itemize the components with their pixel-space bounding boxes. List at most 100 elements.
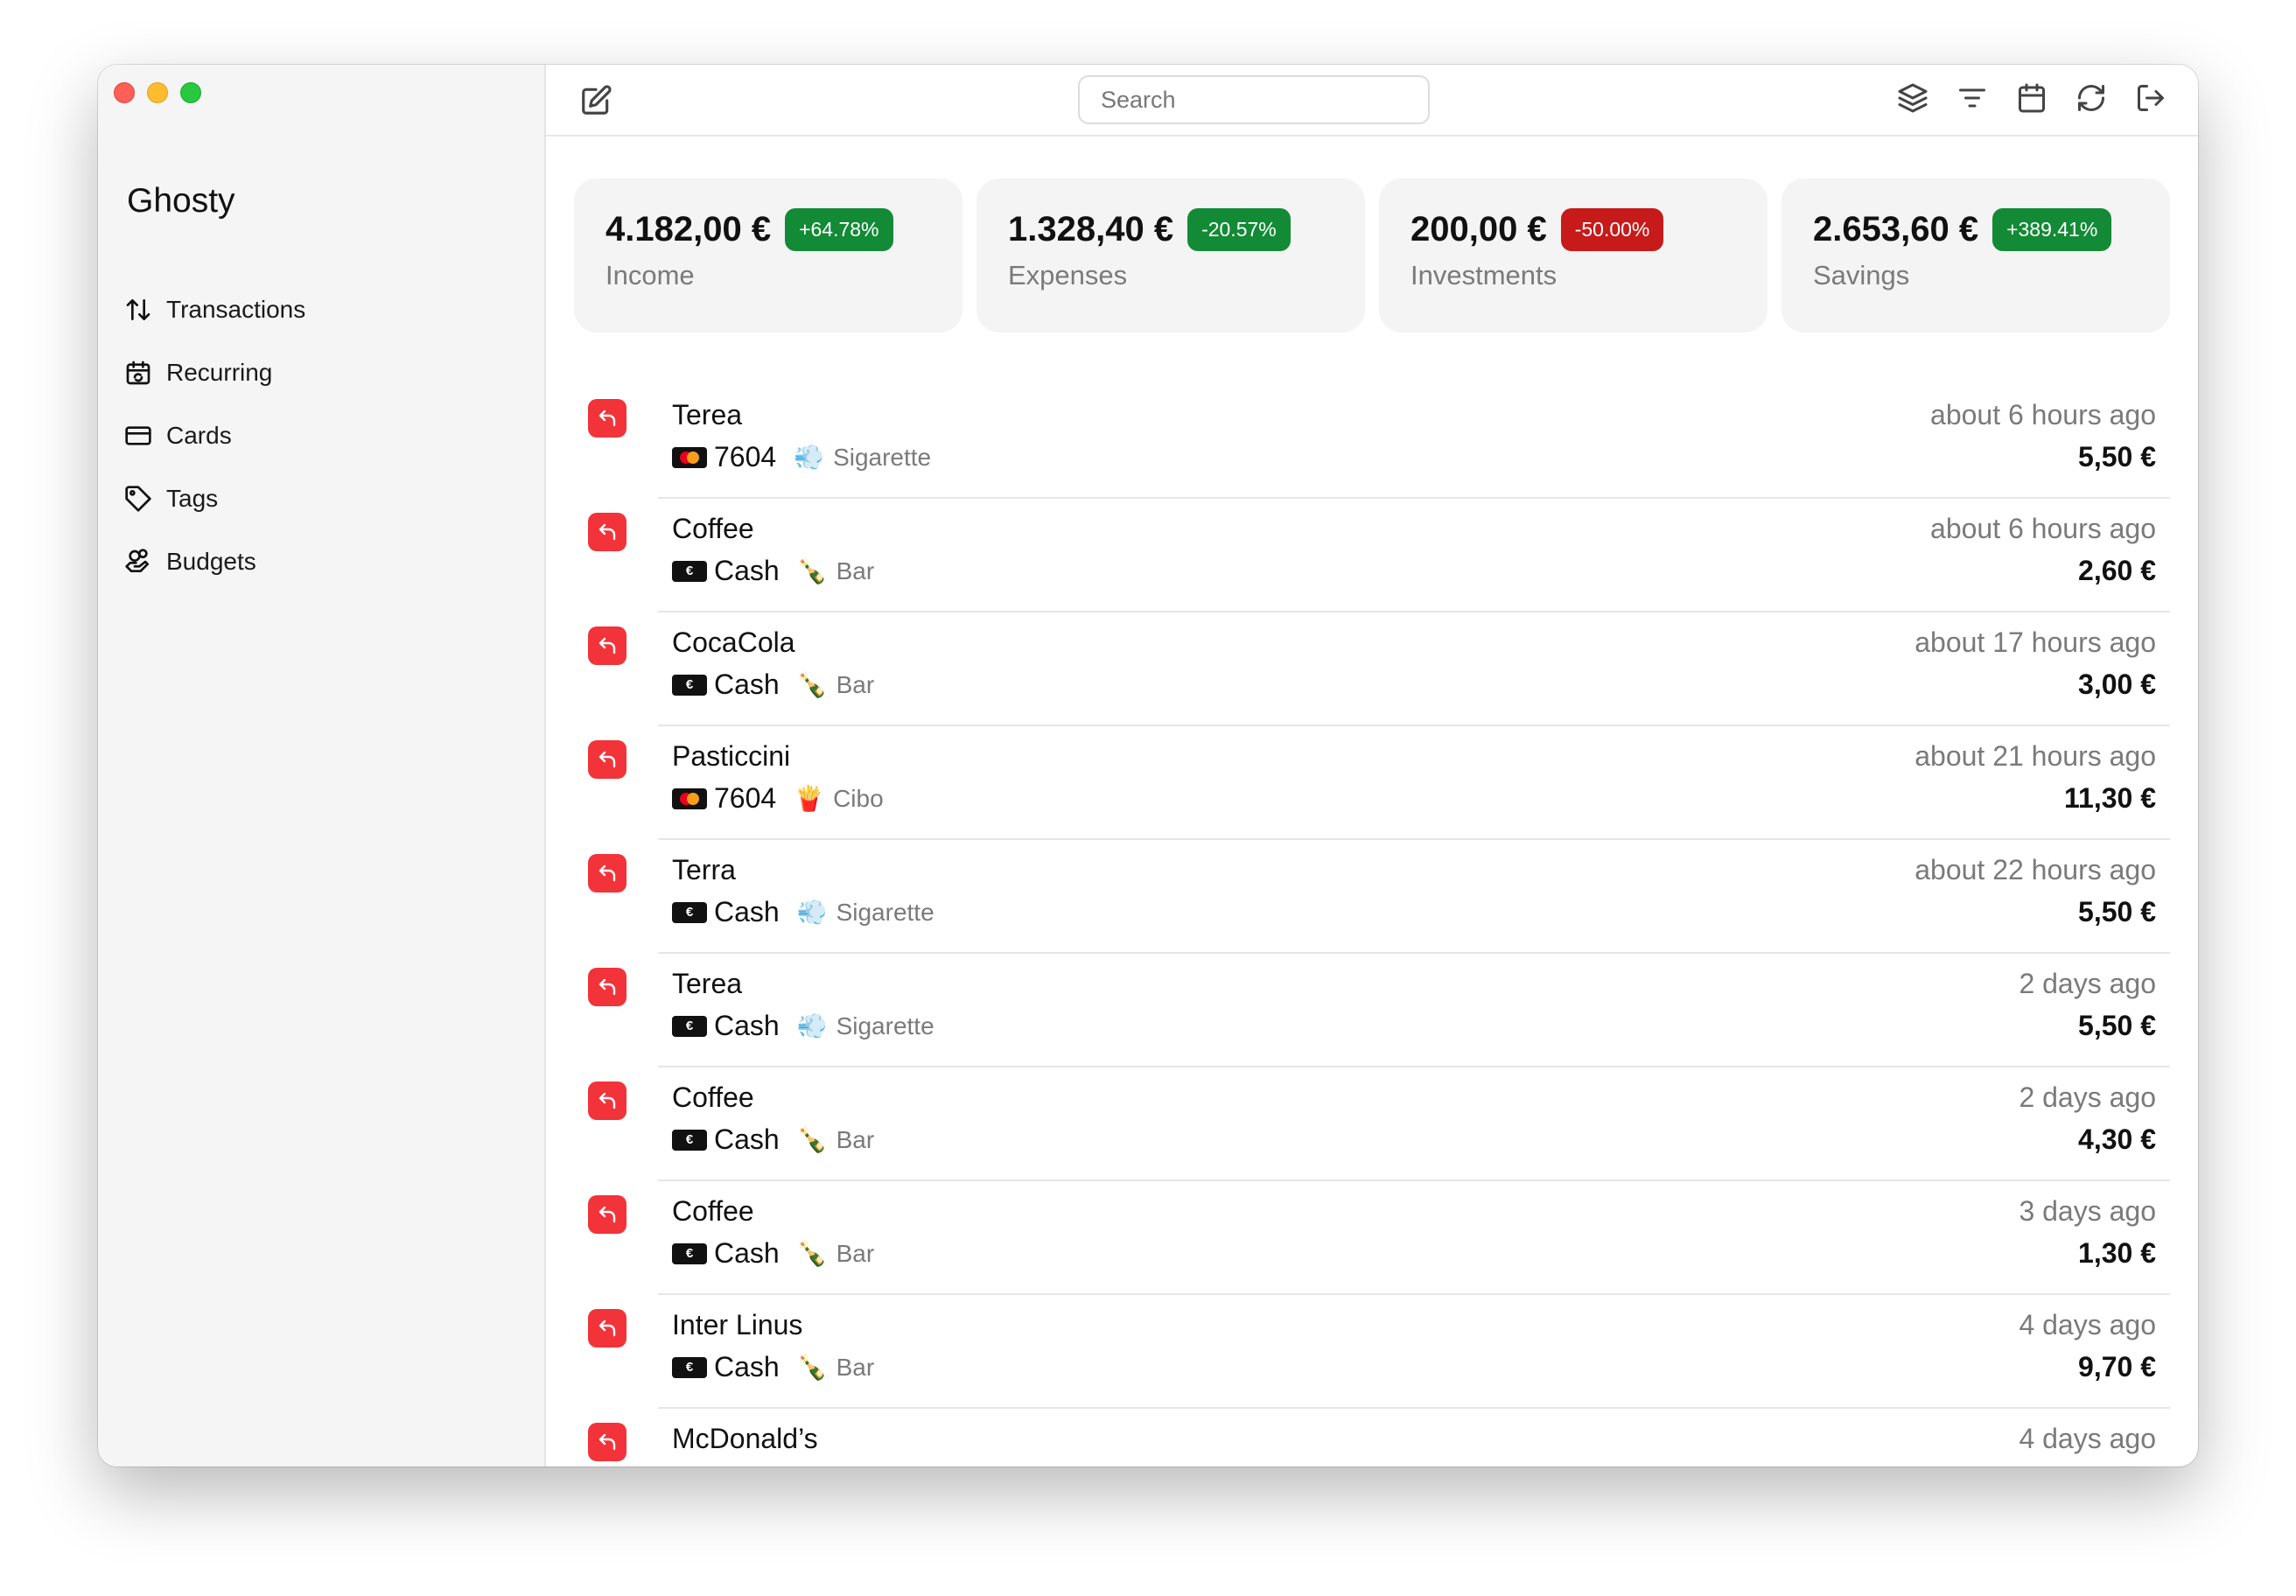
- sidebar-item-label: Cards: [166, 422, 232, 449]
- compose-icon[interactable]: [579, 84, 612, 117]
- refresh-icon[interactable]: [2076, 82, 2107, 114]
- calendar-icon[interactable]: [2016, 82, 2048, 114]
- transaction-body: Terea € Cash 💨 Sigarette 2 days ago 5,50 €: [658, 954, 2170, 1068]
- sidebar-item-transactions[interactable]: Transactions: [124, 278, 305, 341]
- return-arrow-icon: [588, 399, 626, 438]
- stat-amount: 4.182,00 €: [606, 210, 772, 248]
- toolbar: [546, 65, 2198, 136]
- transaction-name: McDonald’s: [672, 1423, 818, 1454]
- stat-label: Savings: [1813, 260, 1910, 290]
- tag-name: Sigarette: [836, 898, 934, 926]
- transaction-row[interactable]: Terra € Cash 💨 Sigarette about 22 hours ago 5,…: [588, 840, 2170, 954]
- payment-method: 7604: [714, 441, 777, 472]
- transaction-time: about 6 hours ago: [1930, 513, 2156, 544]
- transaction-time: 2 days ago: [2019, 968, 2156, 999]
- transaction-meta: € Cash 🍾 Bar: [672, 555, 874, 587]
- tag-name: Sigarette: [833, 443, 932, 471]
- filter-icon[interactable]: [1956, 82, 1988, 114]
- cash-icon: €: [672, 901, 707, 923]
- transaction-amount: 11,30 €: [2064, 782, 2156, 814]
- payment-method: Cash: [714, 555, 780, 586]
- zoom-window-button[interactable]: [180, 82, 201, 103]
- tag-emoji-icon: 💨: [796, 1012, 828, 1040]
- return-arrow-icon: [588, 1195, 626, 1234]
- transaction-body: Coffee € Cash 🍾 Bar about 6 hours ago 2,60 €: [658, 499, 2170, 612]
- tag-emoji-icon: 🍟: [794, 785, 825, 812]
- transaction-name: Terra: [672, 854, 736, 886]
- search-input[interactable]: [1078, 75, 1430, 124]
- transaction-body: Terra € Cash 💨 Sigarette about 22 hours ago 5,…: [658, 840, 2170, 954]
- transaction-amount: 5,50 €: [2078, 441, 2156, 472]
- sidebar-item-cards[interactable]: Cards: [124, 404, 305, 467]
- sidebar-nav: Transactions Recurring Cards Tags Budget…: [124, 278, 305, 593]
- change-badge: +64.78%: [785, 208, 893, 251]
- tag-name: Bar: [836, 556, 875, 584]
- main-content: 4.182,00 € +64.78% Income 1.328,40 € -20…: [546, 65, 2198, 1466]
- transaction-row[interactable]: Coffee € Cash 🍾 Bar 2 days ago 4,30 €: [588, 1068, 2170, 1181]
- window-controls: [114, 82, 201, 103]
- sidebar-item-tags[interactable]: Tags: [124, 467, 305, 530]
- tag-name: Bar: [836, 670, 875, 698]
- tag-emoji-icon: 🍾: [796, 671, 828, 698]
- transaction-amount: 2,60 €: [2078, 555, 2156, 586]
- stat-label: Investments: [1410, 260, 1558, 290]
- tag-name: Bar: [836, 1125, 875, 1153]
- transaction-meta: € Cash 💨 Sigarette: [672, 896, 934, 928]
- cash-icon: €: [672, 1356, 707, 1378]
- cash-icon: €: [672, 674, 707, 696]
- mastercard-icon: [672, 446, 707, 468]
- payment-method: 7604: [714, 782, 777, 814]
- return-arrow-icon: [588, 1309, 626, 1348]
- credit-card-icon: [125, 426, 151, 445]
- transaction-list: Terea 7604 💨 Sigarette about 6 hours ago 5,50…: [588, 385, 2170, 1466]
- transaction-row[interactable]: Coffee € Cash 🍾 Bar about 6 hours ago 2,60 €: [588, 499, 2170, 612]
- transaction-name: Coffee: [672, 513, 754, 544]
- sidebar-item-recurring[interactable]: Recurring: [124, 341, 305, 404]
- transaction-row[interactable]: McDonald’s 4 days ago: [588, 1409, 2170, 1466]
- transaction-row[interactable]: Coffee € Cash 🍾 Bar 3 days ago 1,30 €: [588, 1181, 2170, 1295]
- transaction-meta: 7604 💨 Sigarette: [672, 441, 931, 473]
- transaction-time: about 21 hours ago: [1914, 740, 2156, 772]
- stat-card-income: 4.182,00 € +64.78% Income: [574, 178, 962, 332]
- transaction-meta: € Cash 💨 Sigarette: [672, 1010, 934, 1042]
- transaction-row[interactable]: Terea € Cash 💨 Sigarette 2 days ago 5,50 €: [588, 954, 2170, 1068]
- return-arrow-icon: [588, 968, 626, 1006]
- tag-emoji-icon: 🍾: [796, 1354, 828, 1381]
- return-arrow-icon: [588, 854, 626, 892]
- transaction-row[interactable]: Inter Linus € Cash 🍾 Bar 4 days ago 9,70 €: [588, 1295, 2170, 1409]
- sidebar-item-label: Recurring: [166, 359, 273, 386]
- transaction-name: Inter Linus: [672, 1309, 803, 1340]
- payment-method: Cash: [714, 1124, 780, 1155]
- transaction-amount: 9,70 €: [2078, 1351, 2156, 1382]
- stat-card-expenses: 1.328,40 € -20.57% Expenses: [976, 178, 1365, 332]
- sidebar-item-label: Tags: [166, 485, 219, 512]
- transaction-row[interactable]: CocaCola € Cash 🍾 Bar about 17 hours ago 3,00 …: [588, 612, 2170, 726]
- transaction-time: 2 days ago: [2019, 1082, 2156, 1113]
- toolbar-actions: [1897, 82, 2166, 114]
- tag-emoji-icon: 🍾: [796, 1126, 828, 1153]
- cash-icon: €: [672, 1015, 707, 1037]
- transaction-body: Coffee € Cash 🍾 Bar 3 days ago 1,30 €: [658, 1181, 2170, 1295]
- sidebar-item-label: Budgets: [166, 548, 256, 575]
- transaction-time: about 17 hours ago: [1914, 626, 2156, 658]
- sidebar-item-budgets[interactable]: Budgets: [124, 530, 305, 593]
- tag-name: Cibo: [833, 784, 884, 812]
- logout-icon[interactable]: [2135, 82, 2166, 114]
- transaction-body: Terea 7604 💨 Sigarette about 6 hours ago 5,50…: [658, 385, 2170, 499]
- stat-amount: 200,00 €: [1410, 210, 1547, 248]
- transaction-body: Inter Linus € Cash 🍾 Bar 4 days ago 9,70 €: [658, 1295, 2170, 1409]
- close-window-button[interactable]: [114, 82, 135, 103]
- transaction-time: about 22 hours ago: [1914, 854, 2156, 886]
- cash-icon: €: [672, 1129, 707, 1151]
- return-arrow-icon: [588, 513, 626, 551]
- transaction-row[interactable]: Pasticcini 7604 🍟 Cibo about 21 hours ago 11,…: [588, 726, 2170, 840]
- transaction-row[interactable]: Terea 7604 💨 Sigarette about 6 hours ago 5,50…: [588, 385, 2170, 499]
- stat-amount: 2.653,60 €: [1813, 210, 1979, 248]
- arrows-up-down-icon: [126, 299, 150, 320]
- layers-icon[interactable]: [1897, 82, 1928, 114]
- tag-icon: [125, 486, 151, 512]
- cash-icon: €: [672, 560, 707, 582]
- transaction-body: CocaCola € Cash 🍾 Bar about 17 hours ago 3,00 …: [658, 612, 2170, 726]
- transaction-meta: € Cash 🍾 Bar: [672, 1351, 874, 1383]
- minimize-window-button[interactable]: [147, 82, 168, 103]
